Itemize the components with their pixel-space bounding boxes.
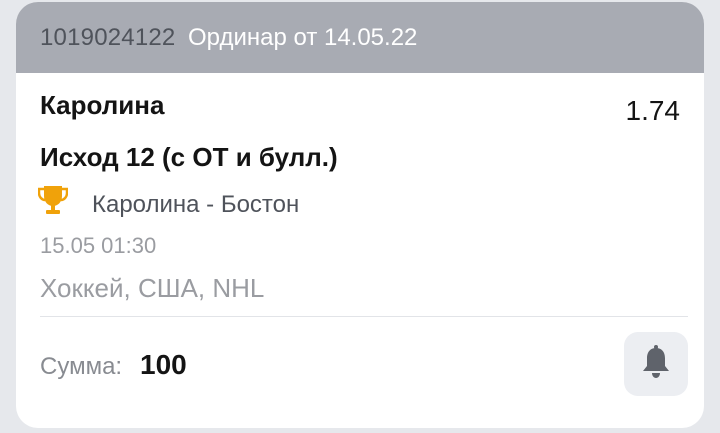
match-name: Каролина - Бостон: [92, 191, 300, 218]
sum-label: Сумма:: [40, 353, 123, 380]
league-name: Хоккей, США, NHL: [40, 273, 265, 303]
bell-icon: [641, 344, 671, 384]
odds-value: 1.74: [625, 95, 681, 126]
outcome-label: Исход 12 (с ОТ и булл.): [40, 142, 338, 172]
team-name: Каролина: [40, 90, 165, 120]
divider: [40, 316, 688, 317]
bet-card-header: 1019024122 Ординар от 14.05.22: [16, 2, 704, 73]
notification-button[interactable]: [624, 332, 688, 396]
bet-id: 1019024122: [40, 24, 176, 51]
trophy-icon: [37, 184, 69, 216]
bet-type: Ординар от 14.05.22: [188, 24, 418, 51]
event-datetime: 15.05 01:30: [40, 233, 157, 258]
bet-card: 1019024122 Ординар от 14.05.22 Каролина …: [16, 2, 704, 428]
sum-value: 100: [140, 349, 187, 380]
